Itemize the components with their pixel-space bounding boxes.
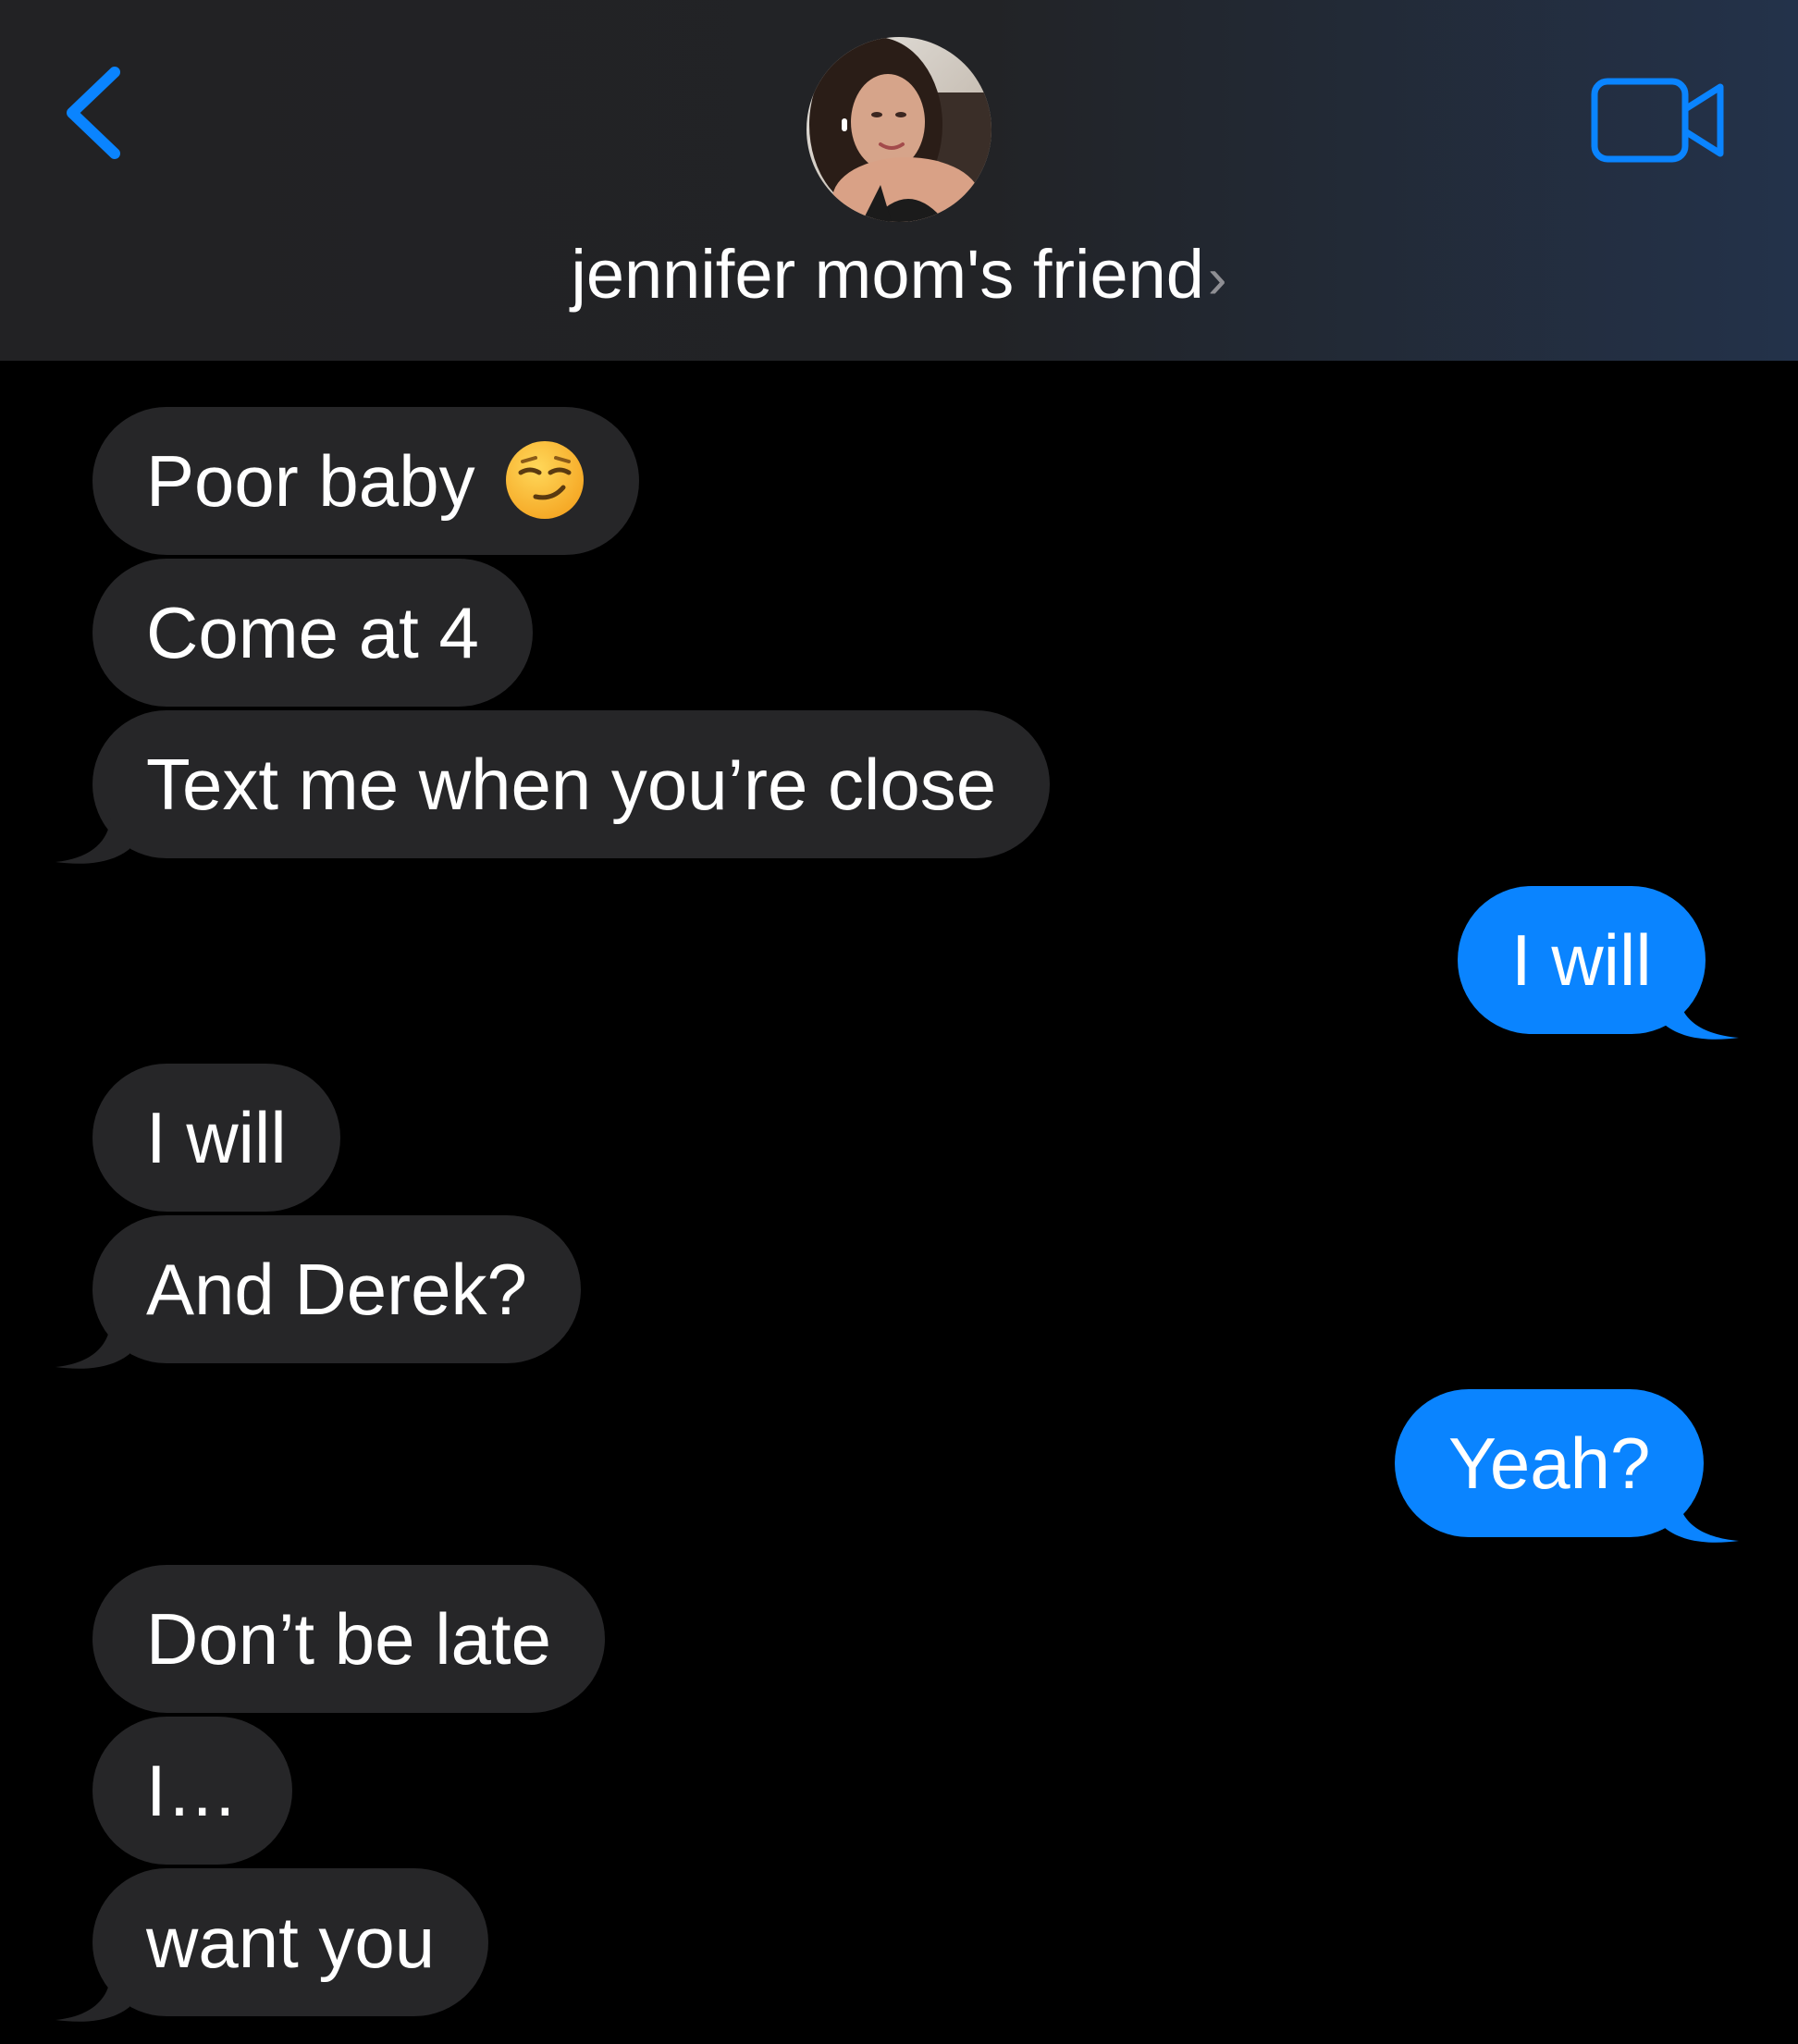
sent-bubble-tail	[1665, 988, 1739, 1040]
received-message[interactable]: Poor baby	[92, 407, 640, 555]
received-bubble-tail	[55, 1317, 129, 1369]
received-message[interactable]: I will	[92, 1064, 340, 1212]
avatar-photo	[807, 37, 991, 222]
message-text: And Derek?	[146, 1249, 527, 1330]
received-message[interactable]: I…	[92, 1717, 292, 1865]
sent-message[interactable]: Yeah?	[1395, 1389, 1705, 1537]
video-call-button[interactable]	[1589, 74, 1730, 166]
message-text: Text me when you’re close	[146, 744, 997, 825]
chevron-right-icon: ›	[1207, 247, 1227, 311]
conversation-header: jennifer mom's friend›	[0, 0, 1798, 361]
message-text: Don’t be late	[146, 1598, 551, 1680]
back-button[interactable]	[55, 55, 139, 166]
received-message[interactable]: And Derek?	[92, 1215, 581, 1363]
chevron-left-icon	[67, 67, 120, 159]
contact-avatar[interactable]	[807, 37, 991, 222]
sent-bubble-tail	[1665, 1491, 1739, 1543]
message-text: Yeah?	[1448, 1422, 1651, 1504]
received-message[interactable]: Text me when you’re close	[92, 710, 1051, 858]
video-camera-icon	[1591, 78, 1724, 163]
received-message[interactable]: Don’t be late	[92, 1565, 605, 1713]
message-text: I…	[146, 1750, 239, 1831]
message-text: I will	[1511, 919, 1652, 1001]
message-text: want you	[146, 1902, 436, 1983]
smirking-face-emoji-icon	[506, 441, 585, 519]
received-bubble-tail	[55, 812, 129, 864]
message-text: Poor baby	[146, 440, 475, 522]
message-text: Come at 4	[146, 592, 479, 673]
received-message[interactable]: Come at 4	[92, 559, 533, 707]
received-message[interactable]: want you	[92, 1868, 489, 2016]
message-list[interactable]: Poor baby Come at 4 Text me when you’re …	[0, 361, 1798, 2044]
received-bubble-tail	[55, 1970, 129, 2022]
message-text: I will	[146, 1097, 287, 1178]
contact-name-text: jennifer mom's friend	[571, 236, 1204, 313]
contact-name[interactable]: jennifer mom's friend›	[0, 233, 1798, 321]
